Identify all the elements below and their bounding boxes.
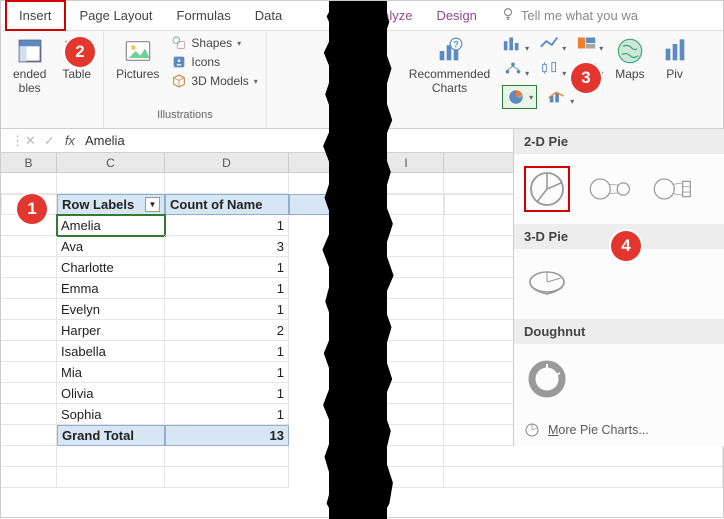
pivot-cell[interactable]: 3 [165, 236, 289, 257]
col-header-B[interactable]: B [1, 153, 57, 173]
annotation-badge-2: 2 [65, 37, 95, 67]
bar-of-pie-option[interactable] [652, 166, 698, 212]
pivot-row-labels-header[interactable]: Row Labels ▼ [57, 194, 165, 215]
recommended-charts-icon: ? [435, 37, 463, 65]
pie-chart-gallery: 2-D Pie 3-D Pie Doughnut More Pie Charts… [513, 129, 724, 446]
annotation-badge-1: 1 [17, 194, 47, 224]
pictures-button[interactable]: Pictures [112, 35, 163, 83]
pie-chart-split-button[interactable]: ▾ [502, 85, 537, 109]
group-charts: ? Recommended Charts ▾ ▾ ▾ ▾ ▾ ▾ [397, 31, 701, 128]
pivot-cell[interactable]: 1 [165, 257, 289, 278]
pivot-cell[interactable]: 1 [165, 215, 289, 236]
tell-me-search[interactable]: Tell me what you wa [501, 7, 638, 24]
chevron-down-icon: ▾ [529, 93, 533, 102]
fx-icon[interactable]: fx [65, 133, 75, 148]
pivot-count-header: Count of Name [165, 194, 289, 215]
section-doughnut: Doughnut [514, 319, 724, 344]
col-header-C[interactable]: C [57, 153, 165, 173]
pivotchart-button[interactable]: Piv [657, 35, 693, 83]
pivot-cell[interactable]: Charlotte [57, 257, 165, 278]
pivot-cell[interactable]: 2 [165, 320, 289, 341]
shapes-button[interactable]: Shapes▾ [171, 35, 257, 51]
line-chart-icon [539, 35, 561, 51]
pie-small-icon [524, 422, 540, 438]
chevron-down-icon: ▾ [237, 39, 241, 48]
pivot-cell[interactable]: 1 [165, 341, 289, 362]
section-2d-pie: 2-D Pie [514, 129, 724, 154]
grand-total-label[interactable]: Grand Total [57, 425, 165, 446]
enter-icon[interactable]: ✓ [44, 133, 55, 149]
pivot-cell[interactable]: 1 [165, 299, 289, 320]
pie-of-pie-icon [588, 171, 634, 207]
maps-icon [616, 37, 644, 65]
filter-dropdown-icon[interactable]: ▼ [145, 197, 160, 212]
pivot-cell[interactable]: 1 [165, 404, 289, 425]
3d-models-button[interactable]: 3D Models▾ [171, 73, 257, 89]
pivot-cell[interactable]: Harper [57, 320, 165, 341]
pictures-icon [124, 37, 152, 65]
combo-chart-button[interactable]: ▾ [547, 88, 574, 107]
tab-insert[interactable]: Insert [5, 0, 66, 31]
doughnut-option[interactable] [524, 356, 570, 402]
pivot-cell[interactable]: Isabella [57, 341, 165, 362]
tab-formulas[interactable]: Formulas [165, 2, 243, 29]
tab-design[interactable]: Design [424, 2, 488, 29]
column-chart-button[interactable]: ▾ [502, 35, 529, 54]
annotation-badge-4: 4 [611, 231, 641, 261]
torn-divider [329, 1, 387, 519]
hierarchy-icon [502, 60, 524, 76]
recommended-pivottables-button[interactable]: ended bles [9, 35, 50, 97]
pivot-cell[interactable]: Olivia [57, 383, 165, 404]
pivot-cell[interactable]: 1 [165, 362, 289, 383]
pie-3d-icon [525, 266, 569, 302]
treemap-chart-button[interactable]: ▾ [576, 35, 603, 54]
hierarchy-chart-button[interactable]: ▾ [502, 60, 529, 79]
pivot-cell[interactable]: Evelyn [57, 299, 165, 320]
doughnut-icon [527, 359, 567, 399]
tab-data[interactable]: Data [243, 2, 294, 29]
maps-button[interactable]: Maps [611, 35, 648, 83]
column-chart-icon [502, 35, 524, 51]
cancel-icon[interactable]: ✕ [25, 133, 36, 149]
pivotchart-icon [661, 37, 689, 65]
pie-2d-option[interactable] [524, 166, 570, 212]
pivot-cell[interactable]: Mia [57, 362, 165, 383]
col-header-D[interactable]: D [165, 153, 289, 173]
line-chart-button[interactable]: ▾ [539, 35, 566, 54]
tab-page-layout[interactable]: Page Layout [68, 2, 165, 29]
pivot-cell[interactable]: Amelia [57, 215, 165, 236]
box-whisker-icon [539, 60, 561, 76]
grand-total-value[interactable]: 13 [165, 425, 289, 446]
treemap-icon [576, 35, 598, 51]
pie-chart-icon [506, 88, 526, 106]
formula-value[interactable]: Amelia [85, 133, 125, 148]
cube-3d-icon [171, 73, 187, 89]
recommended-charts-button[interactable]: ? Recommended Charts [405, 35, 494, 97]
pie-icon [527, 169, 567, 209]
more-pie-charts-link[interactable]: More Pie Charts... [514, 414, 724, 446]
shapes-icon [171, 35, 187, 51]
bar-of-pie-icon [652, 171, 698, 207]
svg-text:?: ? [454, 40, 460, 50]
pivot-cell[interactable]: Ava [57, 236, 165, 257]
pivot-cell[interactable]: 1 [165, 278, 289, 299]
pivottable-icon [16, 37, 44, 65]
pivot-cell[interactable]: Emma [57, 278, 165, 299]
lightbulb-icon [501, 7, 515, 24]
pie-3d-option[interactable] [524, 261, 570, 307]
combo-chart-icon [547, 88, 569, 104]
tell-me-label: Tell me what you wa [521, 8, 638, 23]
icons-button[interactable]: Icons [171, 54, 257, 70]
group-label-illustrations: Illustrations [157, 109, 213, 124]
pie-of-pie-option[interactable] [588, 166, 634, 212]
pivot-cell[interactable]: Sophia [57, 404, 165, 425]
group-illustrations: Pictures Shapes▾ Icons 3D Models▾ Illust… [104, 31, 267, 128]
annotation-badge-3: 3 [571, 63, 601, 93]
icons-icon [171, 54, 187, 70]
statistic-chart-button[interactable]: ▾ [539, 60, 566, 79]
pivot-cell[interactable]: 1 [165, 383, 289, 404]
chevron-down-icon: ▾ [254, 77, 258, 86]
